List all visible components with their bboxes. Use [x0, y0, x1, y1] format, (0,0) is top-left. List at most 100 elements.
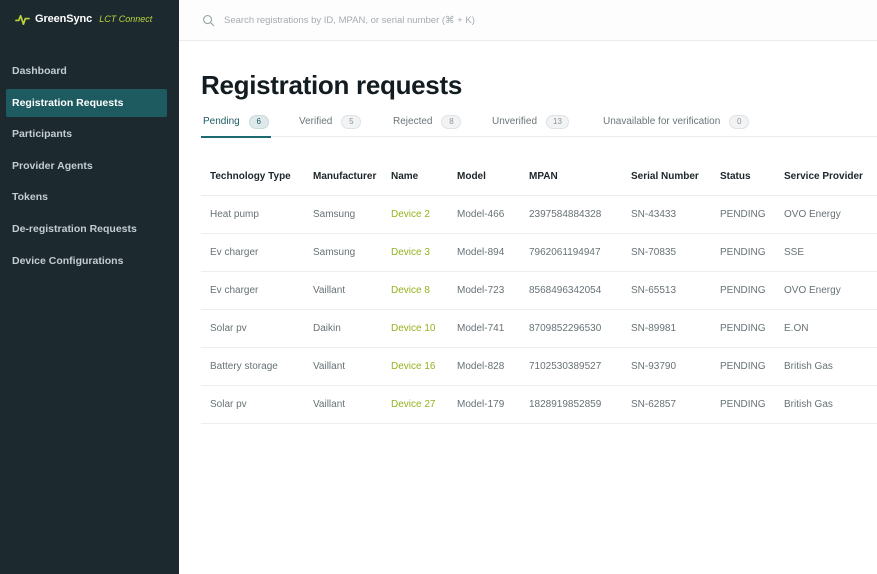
cell-service-provider: OVO Energy	[775, 195, 877, 234]
tab-count-badge: 5	[341, 114, 362, 129]
sidebar-item-registration-requests[interactable]: Registration Requests	[6, 88, 167, 117]
cell-service-provider: British Gas	[775, 385, 877, 424]
cell-model: Model-741	[448, 309, 520, 348]
cell-status: PENDING	[711, 385, 775, 424]
tab-count-badge: 13	[546, 114, 569, 129]
device-name-link[interactable]: Device 8	[382, 271, 448, 310]
cell-model: Model-466	[448, 195, 520, 234]
column-header-service-provider[interactable]: Service Provider	[775, 158, 877, 196]
cell-service-provider: OVO Energy	[775, 271, 877, 310]
tab-count-badge: 0	[729, 114, 750, 129]
tab-pending[interactable]: Pending 6	[201, 106, 271, 138]
brand-product: LCT Connect	[99, 14, 153, 24]
brand-name: GreenSync	[35, 13, 93, 25]
main-content: Registration requests Pending 6 Verified…	[179, 0, 877, 574]
status-tabs: Pending 6 Verified 5 Rejected 8 Unverifi…	[201, 106, 877, 138]
cell-service-provider: E.ON	[775, 309, 877, 348]
sidebar-item-participants[interactable]: Participants	[6, 120, 167, 148]
cell-model: Model-179	[448, 385, 520, 424]
cell-status: PENDING	[711, 233, 775, 272]
cell-serial-number: SN-89981	[622, 309, 711, 348]
device-name-link[interactable]: Device 27	[382, 385, 448, 424]
cell-status: PENDING	[711, 195, 775, 234]
cell-service-provider: British Gas	[775, 347, 877, 386]
sidebar-nav: Dashboard Registration Requests Particip…	[6, 57, 167, 278]
cell-manufacturer: Daikin	[304, 309, 382, 348]
sidebar-item-label: Provider Agents	[12, 159, 93, 172]
cell-service-provider: SSE	[775, 233, 877, 272]
tab-label: Unverified	[492, 116, 538, 127]
cell-serial-number: SN-43433	[622, 195, 711, 234]
cell-mpan: 8709852296530	[520, 309, 622, 348]
sidebar-item-provider-agents[interactable]: Provider Agents	[6, 152, 167, 180]
tab-label: Unavailable for verification	[603, 116, 721, 127]
registrations-table: Technology Type Manufacturer Name Model …	[201, 158, 877, 424]
sidebar-item-label: Tokens	[12, 191, 48, 204]
cell-model: Model-723	[448, 271, 520, 310]
device-name-link[interactable]: Device 2	[382, 195, 448, 234]
sidebar-item-dashboard[interactable]: Dashboard	[6, 57, 167, 85]
tab-count-badge: 8	[441, 114, 462, 129]
table-header-row: Technology Type Manufacturer Name Model …	[201, 158, 877, 196]
registrations-table-container: Technology Type Manufacturer Name Model …	[201, 158, 877, 424]
table-row[interactable]: Solar pv Daikin Device 10 Model-741 8709…	[201, 309, 877, 348]
cell-status: PENDING	[711, 271, 775, 310]
tab-rejected[interactable]: Rejected 8	[391, 106, 463, 137]
cell-mpan: 7962061194947	[520, 233, 622, 272]
sidebar-item-label: Registration Requests	[12, 96, 124, 109]
pulse-logo-icon	[15, 14, 30, 25]
tab-unavailable-for-verification[interactable]: Unavailable for verification 0	[601, 106, 751, 137]
brand-logo[interactable]: GreenSync LCT Connect	[15, 10, 152, 28]
column-header-model[interactable]: Model	[448, 158, 520, 196]
sidebar-item-device-configurations[interactable]: Device Configurations	[6, 247, 167, 275]
column-header-mpan[interactable]: MPAN	[520, 158, 622, 196]
table-row[interactable]: Heat pump Samsung Device 2 Model-466 239…	[201, 195, 877, 234]
search-input[interactable]	[224, 14, 644, 26]
tab-count-badge: 6	[248, 114, 269, 129]
sidebar-item-tokens[interactable]: Tokens	[6, 183, 167, 211]
cell-model: Model-894	[448, 233, 520, 272]
cell-serial-number: SN-70835	[622, 233, 711, 272]
tab-label: Rejected	[393, 116, 433, 127]
column-header-status[interactable]: Status	[711, 158, 775, 196]
cell-technology-type: Ev charger	[201, 271, 304, 310]
cell-status: PENDING	[711, 309, 775, 348]
cell-technology-type: Solar pv	[201, 385, 304, 424]
cell-mpan: 7102530389527	[520, 347, 622, 386]
sidebar-item-label: Dashboard	[12, 65, 67, 77]
device-name-link[interactable]: Device 10	[382, 309, 448, 348]
sidebar: GreenSync LCT Connect Dashboard Registra…	[0, 0, 179, 574]
table-row[interactable]: Battery storage Vaillant Device 16 Model…	[201, 347, 877, 386]
cell-manufacturer: Samsung	[304, 233, 382, 272]
page-title: Registration requests	[201, 70, 462, 100]
sidebar-item-label: Device Configurations	[12, 254, 124, 267]
sidebar-item-label: Participants	[12, 128, 73, 141]
table-row[interactable]: Solar pv Vaillant Device 27 Model-179 18…	[201, 385, 877, 424]
cell-serial-number: SN-65513	[622, 271, 711, 310]
device-name-link[interactable]: Device 3	[382, 233, 448, 272]
table-row[interactable]: Ev charger Vaillant Device 8 Model-723 8…	[201, 271, 877, 310]
cell-mpan: 2397584884328	[520, 195, 622, 234]
cell-technology-type: Solar pv	[201, 309, 304, 348]
tab-verified[interactable]: Verified 5	[297, 106, 363, 137]
cell-manufacturer: Vaillant	[304, 347, 382, 386]
column-header-name[interactable]: Name	[382, 158, 448, 196]
cell-mpan: 8568496342054	[520, 271, 622, 310]
table-row[interactable]: Ev charger Samsung Device 3 Model-894 79…	[201, 233, 877, 272]
column-header-serial-number[interactable]: Serial Number	[622, 158, 711, 196]
device-name-link[interactable]: Device 16	[382, 347, 448, 386]
cell-serial-number: SN-62857	[622, 385, 711, 424]
cell-mpan: 1828919852859	[520, 385, 622, 424]
cell-model: Model-828	[448, 347, 520, 386]
column-header-manufacturer[interactable]: Manufacturer	[304, 158, 382, 196]
tab-label: Pending	[203, 116, 240, 127]
cell-technology-type: Ev charger	[201, 233, 304, 272]
sidebar-item-de-registration-requests[interactable]: De-registration Requests	[6, 215, 167, 243]
cell-manufacturer: Vaillant	[304, 385, 382, 424]
cell-manufacturer: Vaillant	[304, 271, 382, 310]
tab-unverified[interactable]: Unverified 13	[490, 106, 571, 137]
tab-label: Verified	[299, 116, 333, 127]
cell-technology-type: Heat pump	[201, 195, 304, 234]
cell-status: PENDING	[711, 347, 775, 386]
column-header-technology-type[interactable]: Technology Type	[201, 158, 304, 196]
